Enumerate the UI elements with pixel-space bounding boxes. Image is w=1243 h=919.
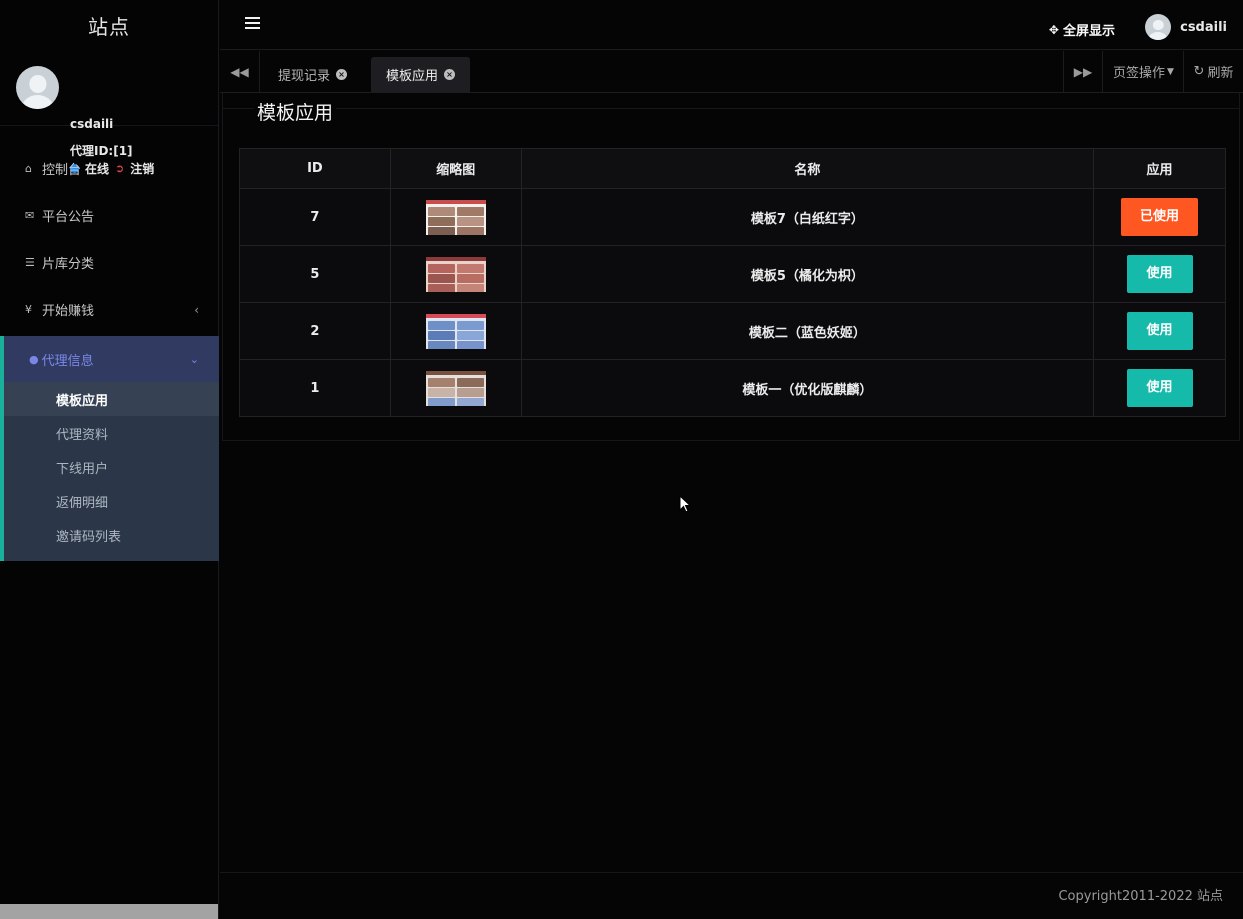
use-button[interactable]: 使用 bbox=[1126, 255, 1193, 293]
tab-scroll-left-icon[interactable]: ◀◀ bbox=[220, 51, 260, 92]
sidebar-item-earn[interactable]: ¥ 开始赚钱 ‹ bbox=[0, 286, 219, 333]
col-header-name: 名称 bbox=[520, 148, 1095, 189]
tabs-bar: ◀◀ 提现记录 × 模板应用 × ▶▶ 页签操作 ▼ ↻ 刷新 bbox=[220, 51, 1243, 93]
sidebar-nav: ⌂ 控制台 ✉ 平台公告 ☰ 片库分类 ¥ 开始赚钱 ‹ bbox=[0, 145, 219, 333]
col-header-apply: 应用 bbox=[1093, 148, 1226, 189]
tab-label: 提现记录 bbox=[278, 69, 331, 84]
chevron-down-icon: ⌄ bbox=[189, 352, 199, 366]
cell-action: 已使用 bbox=[1093, 188, 1226, 246]
tab-label: 模板应用 bbox=[386, 69, 439, 84]
tab-withdraw-records[interactable]: 提现记录 × bbox=[263, 57, 362, 92]
app-root: 站点 csdaili 代理ID:[1] 在线 ➲ 注销 ⌂ 控制台 ✉ 平台公告… bbox=[0, 0, 1243, 919]
sidebar-item-label: 片库分类 bbox=[42, 257, 95, 272]
tab-template-apply[interactable]: 模板应用 × bbox=[371, 57, 471, 92]
copyright-text: Copyright2011-2022 站点 bbox=[1058, 889, 1223, 904]
sidebar-subitem-template[interactable]: 模板应用 bbox=[4, 382, 219, 416]
user-name: csdaili bbox=[70, 117, 114, 131]
cell-name: 模板5（橘化为枳） bbox=[520, 245, 1095, 303]
cell-id: 1 bbox=[239, 359, 391, 417]
close-icon[interactable]: × bbox=[444, 69, 456, 80]
table-row: 5 模板5（橘化为枳） 使用 bbox=[239, 245, 1226, 303]
sidebar-item-label: 控制台 bbox=[42, 163, 82, 178]
cell-thumbnail bbox=[389, 188, 522, 246]
cell-action: 使用 bbox=[1093, 245, 1226, 303]
refresh-button[interactable]: ↻ 刷新 bbox=[1184, 51, 1243, 92]
sidebar-scrollbar[interactable] bbox=[0, 904, 218, 919]
cell-thumbnail bbox=[389, 359, 522, 417]
used-button[interactable]: 已使用 bbox=[1121, 198, 1199, 236]
sidebar-item-categories[interactable]: ☰ 片库分类 bbox=[0, 239, 219, 286]
table-row: 7 模板7（白纸红字） 已使用 bbox=[239, 188, 1226, 246]
expand-icon: ✥ bbox=[1048, 22, 1059, 37]
fullscreen-button[interactable]: ✥ 全屏显示 bbox=[1048, 20, 1115, 40]
user-icon: ● bbox=[29, 352, 39, 366]
avatar bbox=[1145, 14, 1172, 40]
mouse-cursor-icon bbox=[679, 495, 691, 513]
top-header: ✥ 全屏显示 csdaili bbox=[220, 0, 1243, 50]
sidebar-item-label: 开始赚钱 bbox=[42, 304, 95, 319]
sidebar-group-agent: ● 代理信息 ⌄ 模板应用 代理资料 下线用户 返佣明细 邀请码列表 bbox=[0, 336, 219, 561]
sidebar: 站点 csdaili 代理ID:[1] 在线 ➲ 注销 ⌂ 控制台 ✉ 平台公告… bbox=[0, 0, 219, 919]
sidebar-group-label: 代理信息 bbox=[41, 353, 94, 369]
tab-ops-dropdown[interactable]: 页签操作 ▼ bbox=[1104, 51, 1184, 92]
sidebar-subitem-invite-codes[interactable]: 邀请码列表 bbox=[4, 518, 219, 552]
list-icon: ☰ bbox=[25, 256, 35, 269]
footer: Copyright2011-2022 站点 bbox=[220, 872, 1243, 919]
user-panel: csdaili 代理ID:[1] 在线 ➲ 注销 bbox=[0, 50, 218, 176]
template-thumbnail[interactable] bbox=[425, 313, 486, 349]
header-user-menu[interactable]: csdaili bbox=[1145, 14, 1227, 40]
caret-down-icon: ▼ bbox=[1167, 66, 1174, 77]
yen-icon: ¥ bbox=[25, 303, 32, 316]
sidebar-subitem-profile[interactable]: 代理资料 bbox=[4, 416, 219, 450]
cell-thumbnail bbox=[389, 245, 522, 303]
chevron-left-icon: ‹ bbox=[194, 302, 199, 317]
cell-name: 模板7（白纸红字） bbox=[520, 188, 1095, 246]
template-thumbnail[interactable] bbox=[425, 370, 486, 406]
sidebar-subitem-downline[interactable]: 下线用户 bbox=[4, 450, 219, 484]
refresh-label: 刷新 bbox=[1207, 66, 1234, 81]
panel-divider bbox=[223, 108, 1239, 109]
page-title: 模板应用 bbox=[254, 98, 337, 125]
template-table: ID 缩略图 名称 应用 7 模板7（白纸红字） 已使用 5 模板5（橘化为枳）… bbox=[239, 148, 1226, 417]
header-username: csdaili bbox=[1180, 19, 1227, 35]
sidebar-subitem-commission[interactable]: 返佣明细 bbox=[4, 484, 219, 518]
home-icon: ⌂ bbox=[25, 162, 32, 175]
avatar bbox=[16, 66, 59, 109]
cell-thumbnail bbox=[389, 302, 522, 360]
use-button[interactable]: 使用 bbox=[1126, 312, 1193, 350]
bullhorn-icon: ✉ bbox=[25, 209, 35, 222]
sidebar-item-dashboard[interactable]: ⌂ 控制台 bbox=[0, 145, 219, 192]
menu-toggle-icon[interactable] bbox=[245, 17, 260, 31]
col-header-thumbnail: 缩略图 bbox=[389, 148, 522, 189]
sidebar-item-label: 平台公告 bbox=[42, 210, 95, 225]
refresh-icon: ↻ bbox=[1193, 64, 1205, 79]
close-icon[interactable]: × bbox=[336, 69, 348, 80]
tab-scroll-right-icon[interactable]: ▶▶ bbox=[1063, 51, 1103, 92]
cell-action: 使用 bbox=[1093, 359, 1226, 417]
main-panel: 模板应用 ID 缩略图 名称 应用 7 模板7（白纸红字） 已使用 5 模板5（… bbox=[222, 93, 1240, 441]
brand-title[interactable]: 站点 bbox=[0, 0, 218, 50]
sidebar-item-announcements[interactable]: ✉ 平台公告 bbox=[0, 192, 219, 239]
table-row: 1 模板一（优化版麒麟） 使用 bbox=[239, 359, 1226, 417]
sidebar-group-head[interactable]: ● 代理信息 ⌄ bbox=[4, 336, 219, 382]
template-thumbnail[interactable] bbox=[425, 199, 486, 235]
cell-id: 7 bbox=[239, 188, 391, 246]
tab-ops-label: 页签操作 bbox=[1113, 66, 1166, 81]
use-button[interactable]: 使用 bbox=[1126, 369, 1193, 407]
cell-id: 2 bbox=[239, 302, 391, 360]
cell-name: 模板一（优化版麒麟） bbox=[520, 359, 1095, 417]
table-header-row: ID 缩略图 名称 应用 bbox=[239, 148, 1226, 189]
cell-name: 模板二（蓝色妖姬） bbox=[520, 302, 1095, 360]
cell-action: 使用 bbox=[1093, 302, 1226, 360]
col-header-id: ID bbox=[239, 148, 391, 189]
template-thumbnail[interactable] bbox=[425, 256, 486, 292]
cell-id: 5 bbox=[239, 245, 391, 303]
table-row: 2 模板二（蓝色妖姬） 使用 bbox=[239, 302, 1226, 360]
fullscreen-label: 全屏显示 bbox=[1062, 24, 1115, 39]
